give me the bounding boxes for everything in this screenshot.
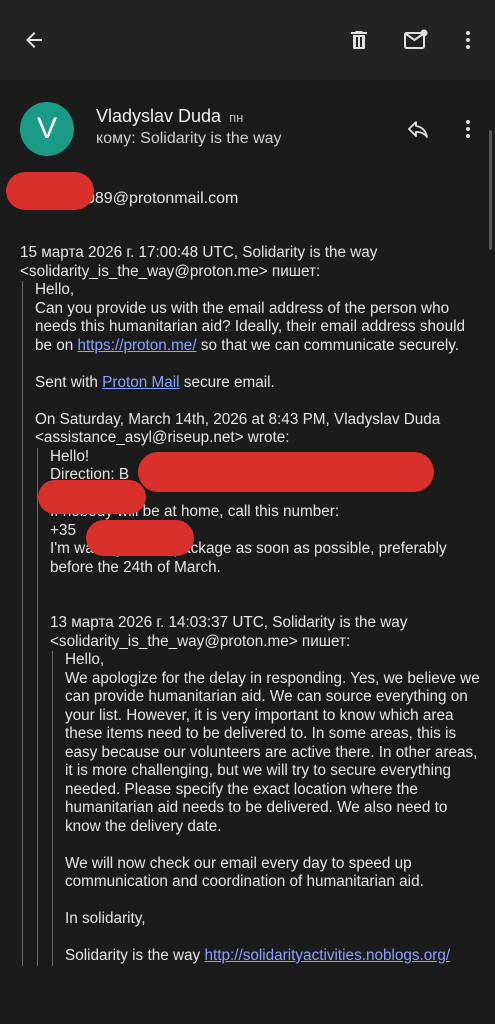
quote-intro-line: 15 марта 2026 г. 17:00:48 UTC, Solidarit… [20, 244, 378, 261]
quoted-message: Hello, Can you provide us with the email… [22, 281, 485, 966]
greeting: Hello, [65, 651, 105, 668]
arrow-back-icon[interactable] [14, 20, 54, 60]
top-app-bar [0, 0, 495, 80]
more-vert-icon[interactable] [448, 20, 488, 60]
quote-intro-line: <solidarity_is_the_way@proton.me> пишет: [20, 262, 321, 280]
redaction-mark [86, 520, 194, 556]
recipient-line[interactable]: кому: Solidarity is the way [96, 130, 282, 148]
sender-name: Vladyslav Duda [96, 106, 222, 126]
quoted-message: Hello, We apologize for the delay in res… [52, 651, 485, 966]
mail-unread-icon[interactable] [396, 20, 436, 60]
quote-intro-line: 13 марта 2026 г. 14:03:37 UTC, Solidarit… [50, 614, 408, 631]
message-body: 15 марта 2026 г. 17:00:48 UTC, Solidarit… [20, 244, 485, 966]
avatar: V [20, 102, 74, 156]
quote-intro-line: <assistance_asyl@riseup.net> wrote: [35, 429, 290, 446]
solidarity-blog-link[interactable]: http://solidarityactivities.noblogs.org/ [204, 947, 450, 964]
redaction-mark [6, 172, 94, 210]
trash-icon[interactable] [339, 20, 379, 60]
redaction-mark [138, 452, 434, 492]
quote-intro-line: On Saturday, March 14th, 2026 at 8:43 PM… [35, 410, 441, 428]
more-vert-icon[interactable] [448, 109, 488, 149]
message-day: пн [229, 110, 244, 125]
signature-line: Sent with Proton Mail secure email. [35, 373, 275, 391]
sender-line: Vladyslav Duda пн [96, 106, 243, 127]
paragraph: Can you provide us with the email addres… [35, 299, 465, 354]
quote-intro-line: <solidarity_is_the_way@proton.me> пишет: [50, 632, 351, 650]
paragraph: We apologize for the delay in responding… [65, 669, 480, 835]
message-header: V Vladyslav Duda пн кому: Solidarity is t… [0, 80, 495, 180]
proton-mail-link[interactable]: Proton Mail [102, 374, 179, 391]
signature-line: Solidarity is the way http://solidaritya… [65, 947, 451, 964]
recipient-email: 089@protonmail.com [86, 190, 239, 207]
redaction-mark [38, 480, 146, 514]
greeting: Hello, [35, 281, 75, 298]
scrollbar[interactable] [489, 130, 492, 250]
paragraph: We will now check our email every day to… [65, 854, 424, 891]
closing: In solidarity, [65, 910, 146, 927]
proton-link[interactable]: https://proton.me/ [78, 337, 197, 354]
reply-icon[interactable] [398, 109, 438, 149]
